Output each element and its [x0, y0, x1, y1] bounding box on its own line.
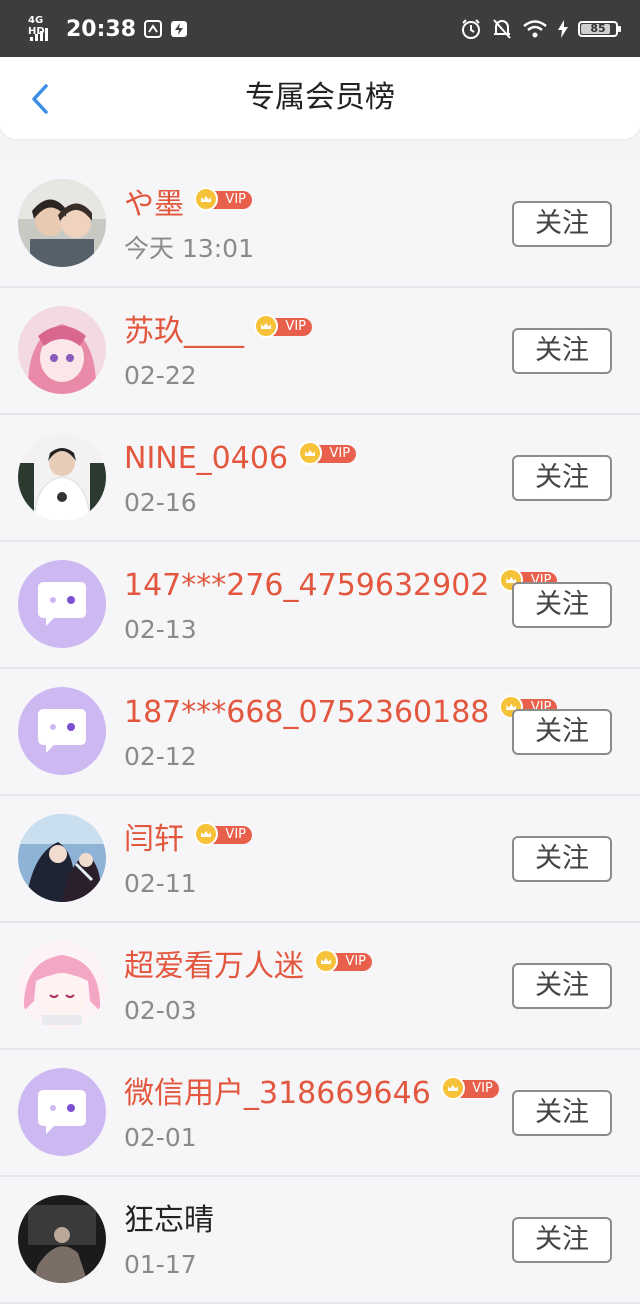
- member-name: 闫轩: [124, 822, 184, 857]
- list-item[interactable]: 闫轩 VIP 02-11 关注: [0, 796, 640, 923]
- list-item[interactable]: 147***276_4759632902 VIP 02-13 关注: [0, 542, 640, 669]
- member-name: 狂忘晴: [124, 1203, 214, 1238]
- battery-icon: 85: [578, 21, 621, 37]
- follow-button[interactable]: 关注: [512, 1090, 612, 1136]
- member-name: NINE_0406: [124, 441, 289, 476]
- member-name: 苏玖____: [124, 314, 244, 349]
- status-bar: 4G HD 20:38 85: [0, 0, 640, 57]
- follow-button[interactable]: 关注: [512, 709, 612, 755]
- list-item[interactable]: 狂忘晴 01-17 关注: [0, 1177, 640, 1304]
- nfc-icon: [144, 20, 163, 38]
- member-date: 02-16: [124, 488, 197, 517]
- page-title: 专属会员榜: [245, 80, 395, 115]
- list-item[interactable]: 187***668_0752360188 VIP 02-12 关注: [0, 669, 640, 796]
- clock: 20:38: [66, 16, 137, 42]
- follow-button[interactable]: 关注: [512, 963, 612, 1009]
- alarm-icon: [462, 19, 480, 39]
- list-item[interactable]: 超爱看万人迷 VIP 02-03 关注: [0, 923, 640, 1050]
- member-list: や墨 VIP 今天 13:01 关注 苏玖____ VIP 02-22 关注 N…: [0, 161, 640, 1304]
- crown-icon: [254, 314, 278, 338]
- flash-app-icon: [171, 21, 188, 37]
- crown-icon: [314, 949, 338, 973]
- list-item[interactable]: NINE_0406 VIP 02-16 关注: [0, 415, 640, 542]
- wifi-icon: [523, 20, 547, 38]
- member-date: 02-13: [124, 615, 197, 644]
- charging-icon: [558, 20, 568, 38]
- default-avatar[interactable]: [18, 687, 106, 775]
- mute-bell-icon: [493, 19, 511, 39]
- follow-button[interactable]: 关注: [512, 328, 612, 374]
- follow-button[interactable]: 关注: [512, 1217, 612, 1263]
- crown-icon: [194, 187, 218, 211]
- avatar[interactable]: [18, 433, 106, 521]
- member-name: 超爱看万人迷: [124, 949, 304, 984]
- avatar[interactable]: [18, 179, 106, 267]
- avatar[interactable]: [18, 1195, 106, 1283]
- avatar[interactable]: [18, 814, 106, 902]
- follow-button[interactable]: 关注: [512, 836, 612, 882]
- member-date: 01-17: [124, 1250, 197, 1279]
- list-item[interactable]: 微信用户_318669646 VIP 02-01 关注: [0, 1050, 640, 1177]
- avatar[interactable]: [18, 941, 106, 1029]
- vip-badge: VIP: [194, 822, 252, 846]
- vip-badge: VIP: [314, 949, 372, 973]
- list-item[interactable]: や墨 VIP 今天 13:01 关注: [0, 161, 640, 288]
- avatar[interactable]: [18, 306, 106, 394]
- crown-icon: [440, 1076, 465, 1100]
- vip-badge: VIP: [440, 1076, 499, 1100]
- vip-badge: VIP: [254, 314, 312, 338]
- member-date: 02-01: [124, 1123, 197, 1152]
- member-name: 147***276_4759632902: [124, 568, 490, 603]
- battery-level: 85: [590, 22, 606, 35]
- crown-icon: [298, 441, 323, 465]
- default-avatar[interactable]: [18, 1068, 106, 1156]
- vip-badge: VIP: [194, 187, 252, 211]
- member-date: 今天 13:01: [124, 234, 254, 263]
- member-date: 02-03: [124, 996, 197, 1025]
- crown-icon: [194, 822, 218, 846]
- follow-button[interactable]: 关注: [512, 455, 612, 501]
- member-name: や墨: [124, 187, 184, 222]
- member-name: 微信用户_318669646: [124, 1076, 431, 1111]
- default-avatar[interactable]: [18, 560, 106, 648]
- member-date: 02-12: [124, 742, 197, 771]
- member-date: 02-11: [124, 869, 197, 898]
- member-name: 187***668_0752360188: [124, 695, 490, 730]
- follow-button[interactable]: 关注: [512, 582, 612, 628]
- list-item[interactable]: 苏玖____ VIP 02-22 关注: [0, 288, 640, 415]
- top-bar: 专属会员榜: [0, 57, 640, 139]
- signal-icon: 4G HD: [28, 15, 58, 43]
- follow-button[interactable]: 关注: [512, 201, 612, 247]
- vip-badge: VIP: [298, 441, 357, 465]
- member-date: 02-22: [124, 361, 197, 390]
